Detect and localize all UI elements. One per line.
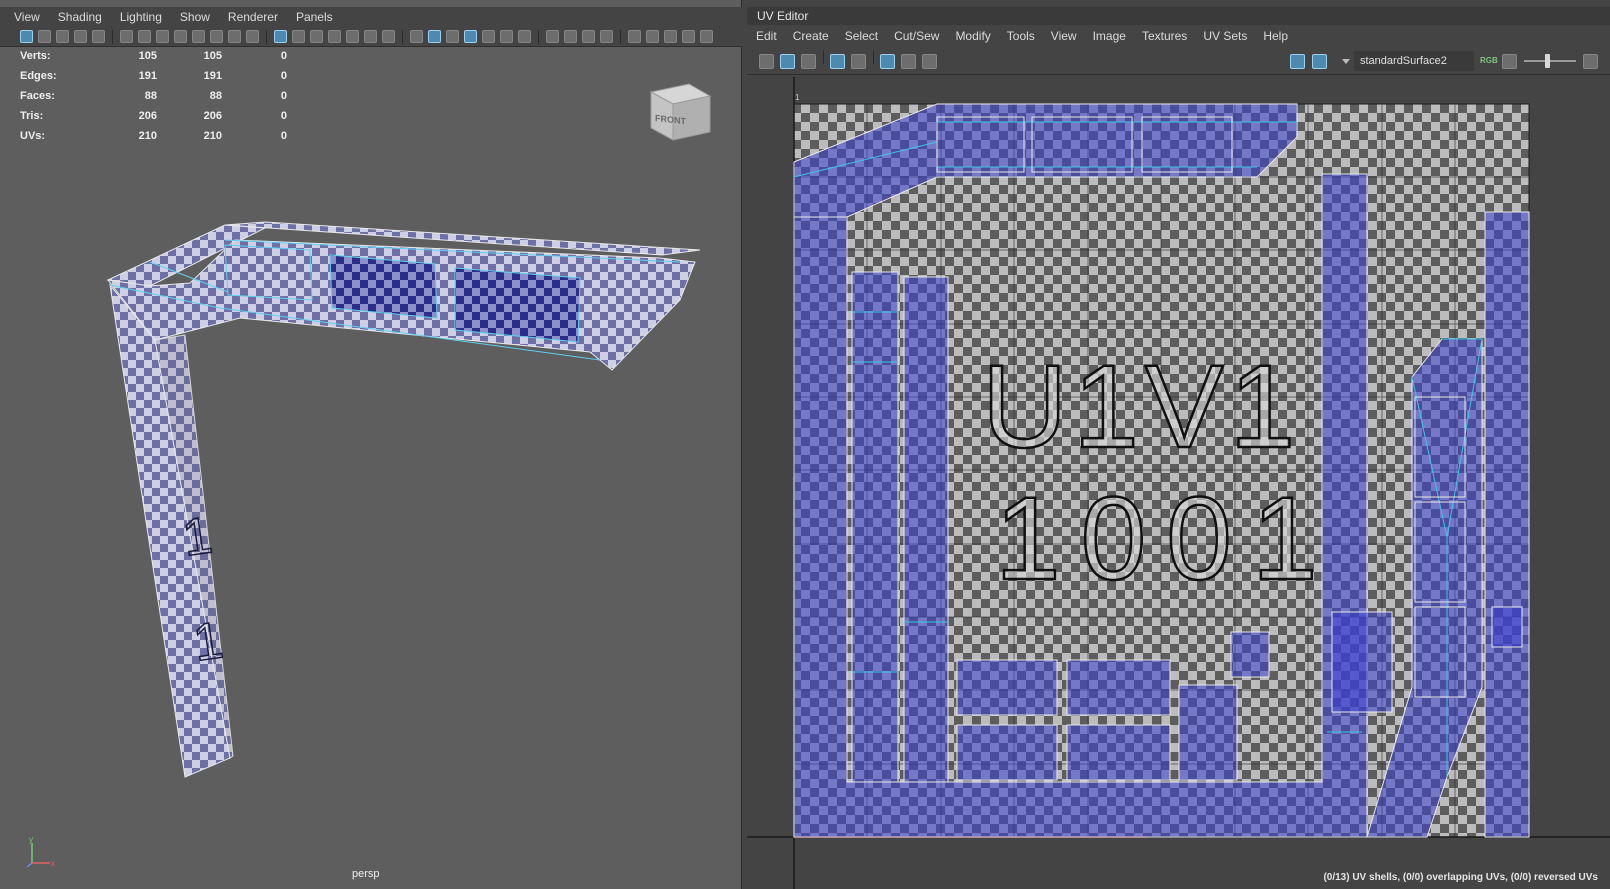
axis-y-label: y [29,835,33,844]
uv-status-line: (0/13) UV shells, (0/0) overlapping UVs,… [1323,872,1598,883]
uv-menu-uv-sets[interactable]: UV Sets [1203,29,1247,43]
uv-shaded-icon[interactable] [801,54,816,69]
perspective-viewport[interactable]: View Shading Lighting Show Renderer Pane… [0,0,742,889]
viewcube[interactable]: FRONT [645,74,715,144]
display-image-icon[interactable] [1502,54,1517,69]
uv-menu-view[interactable]: View [1051,29,1077,43]
uv-image-display-icon[interactable] [1290,54,1305,69]
uv-corner-label: 1 [795,93,800,102]
uv-shell-strip-1[interactable] [851,271,899,783]
axis-gizmo: y x [26,835,55,868]
uv-shell-small-1[interactable] [1230,631,1270,678]
uv-menu-select[interactable]: Select [845,29,878,43]
rgb-channel-toggle[interactable]: RGB [1480,56,1498,65]
uv-select-icon[interactable] [759,54,774,69]
shader-select[interactable]: standardSurface2 [1354,51,1474,71]
uv-editor-panel: UV Editor Edit Create Select Cut/Sew Mod… [747,7,1610,889]
uv-snapshot-icon[interactable] [922,54,937,69]
uv-shell-strip-2[interactable] [903,276,949,783]
uv-menu-textures[interactable]: Textures [1142,29,1187,43]
exposure-slider-handle[interactable] [1545,54,1551,68]
uv-menu-tools[interactable]: Tools [1007,29,1035,43]
uv-menu-edit[interactable]: Edit [756,29,777,43]
uv-menu-help[interactable]: Help [1263,29,1288,43]
shader-dropdown-chevron-icon[interactable] [1342,59,1350,64]
expand-toolbar-icon[interactable] [1583,54,1598,69]
uv-wireframe-icon[interactable] [830,54,845,69]
camera-name: persp [352,868,380,880]
uv-shell-panel-3[interactable] [956,724,1058,781]
uv-shell-panel-4[interactable] [1066,724,1171,781]
uv-editor-menubar: Edit Create Select Cut/Sew Modify Tools … [747,25,1610,47]
l-shaped-mesh[interactable]: 1 1 [0,0,742,889]
uv-shell-strip-right[interactable] [1484,211,1530,838]
uv-distortion-icon[interactable] [851,54,866,69]
uv-grid-icon[interactable] [880,54,895,69]
uv-menu-cut-sew[interactable]: Cut/Sew [894,29,939,43]
uv-pixel-snap-icon[interactable] [901,54,916,69]
uv-menu-create[interactable]: Create [793,29,829,43]
uv-menu-image[interactable]: Image [1093,29,1126,43]
uv-menu-modify[interactable]: Modify [955,29,990,43]
uv-shell-icon[interactable] [780,54,795,69]
axis-x-label: x [51,859,55,868]
uv-tile-text-number: 1001 [995,473,1338,605]
uv-checker-icon[interactable] [1312,54,1327,69]
uv-shell-panel-1[interactable] [956,659,1058,716]
uv-shell-panel-5[interactable] [1178,684,1238,781]
uv-canvas[interactable]: 1 U1V1 1001 [747,77,1610,889]
uv-shell-panel-6[interactable] [1331,611,1393,713]
uv-shell-small-2[interactable] [1491,606,1523,648]
uv-editor-toolbar: standardSurface2 RGB [747,47,1610,75]
uv-editor-title: UV Editor [747,7,1610,25]
uv-shell-panel-2[interactable] [1066,659,1171,716]
uv-tile-text-udim: U1V1 [982,341,1301,473]
